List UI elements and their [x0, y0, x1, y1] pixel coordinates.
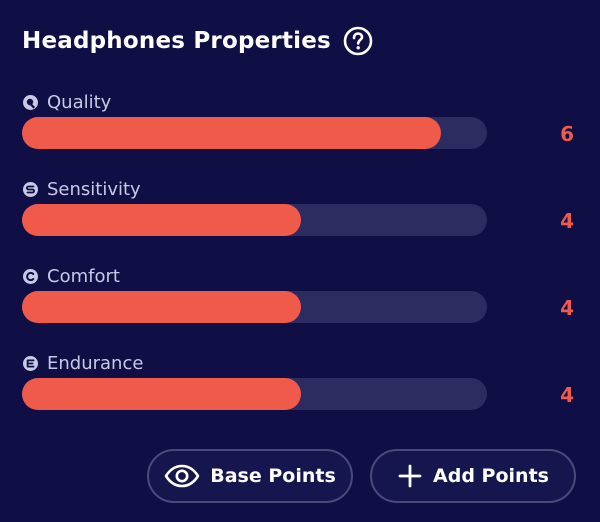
quality-value: 6 [560, 122, 574, 146]
property-label: Sensitivity [47, 178, 141, 200]
sensitivity-bar-fill [22, 204, 301, 236]
eye-icon [164, 464, 200, 488]
sensitivity-value: 4 [560, 209, 574, 233]
comfort-icon [22, 268, 39, 285]
panel-title: Headphones Properties [22, 28, 331, 54]
base-points-label: Base Points [210, 465, 336, 487]
base-points-button[interactable]: Base Points [147, 449, 353, 503]
help-circle-icon[interactable] [343, 26, 373, 56]
add-points-button[interactable]: Add Points [370, 449, 576, 503]
endurance-bar[interactable] [22, 378, 487, 410]
quality-bar[interactable] [22, 117, 487, 149]
property-sensitivity: Sensitivity 4 [22, 178, 582, 244]
quality-bar-fill [22, 117, 441, 149]
properties-panel: Headphones Properties Quality 6 Sensitiv… [0, 0, 600, 522]
property-endurance: Endurance 4 [22, 352, 582, 418]
sensitivity-bar[interactable] [22, 204, 487, 236]
property-label-row: Comfort [22, 265, 120, 287]
sensitivity-icon [22, 181, 39, 198]
property-label: Quality [47, 91, 112, 113]
property-label-row: Quality [22, 91, 111, 113]
property-label: Endurance [47, 352, 144, 374]
comfort-value: 4 [560, 296, 574, 320]
endurance-icon [22, 355, 39, 372]
property-label-row: Endurance [22, 352, 143, 374]
comfort-bar[interactable] [22, 291, 487, 323]
quality-icon [22, 94, 39, 111]
endurance-value: 4 [560, 383, 574, 407]
plus-icon [397, 463, 423, 489]
panel-header: Headphones Properties [22, 22, 373, 60]
property-quality: Quality 6 [22, 91, 582, 157]
property-label-row: Sensitivity [22, 178, 141, 200]
property-comfort: Comfort 4 [22, 265, 582, 331]
endurance-bar-fill [22, 378, 301, 410]
comfort-bar-fill [22, 291, 301, 323]
add-points-label: Add Points [433, 465, 549, 487]
property-label: Comfort [47, 265, 120, 287]
